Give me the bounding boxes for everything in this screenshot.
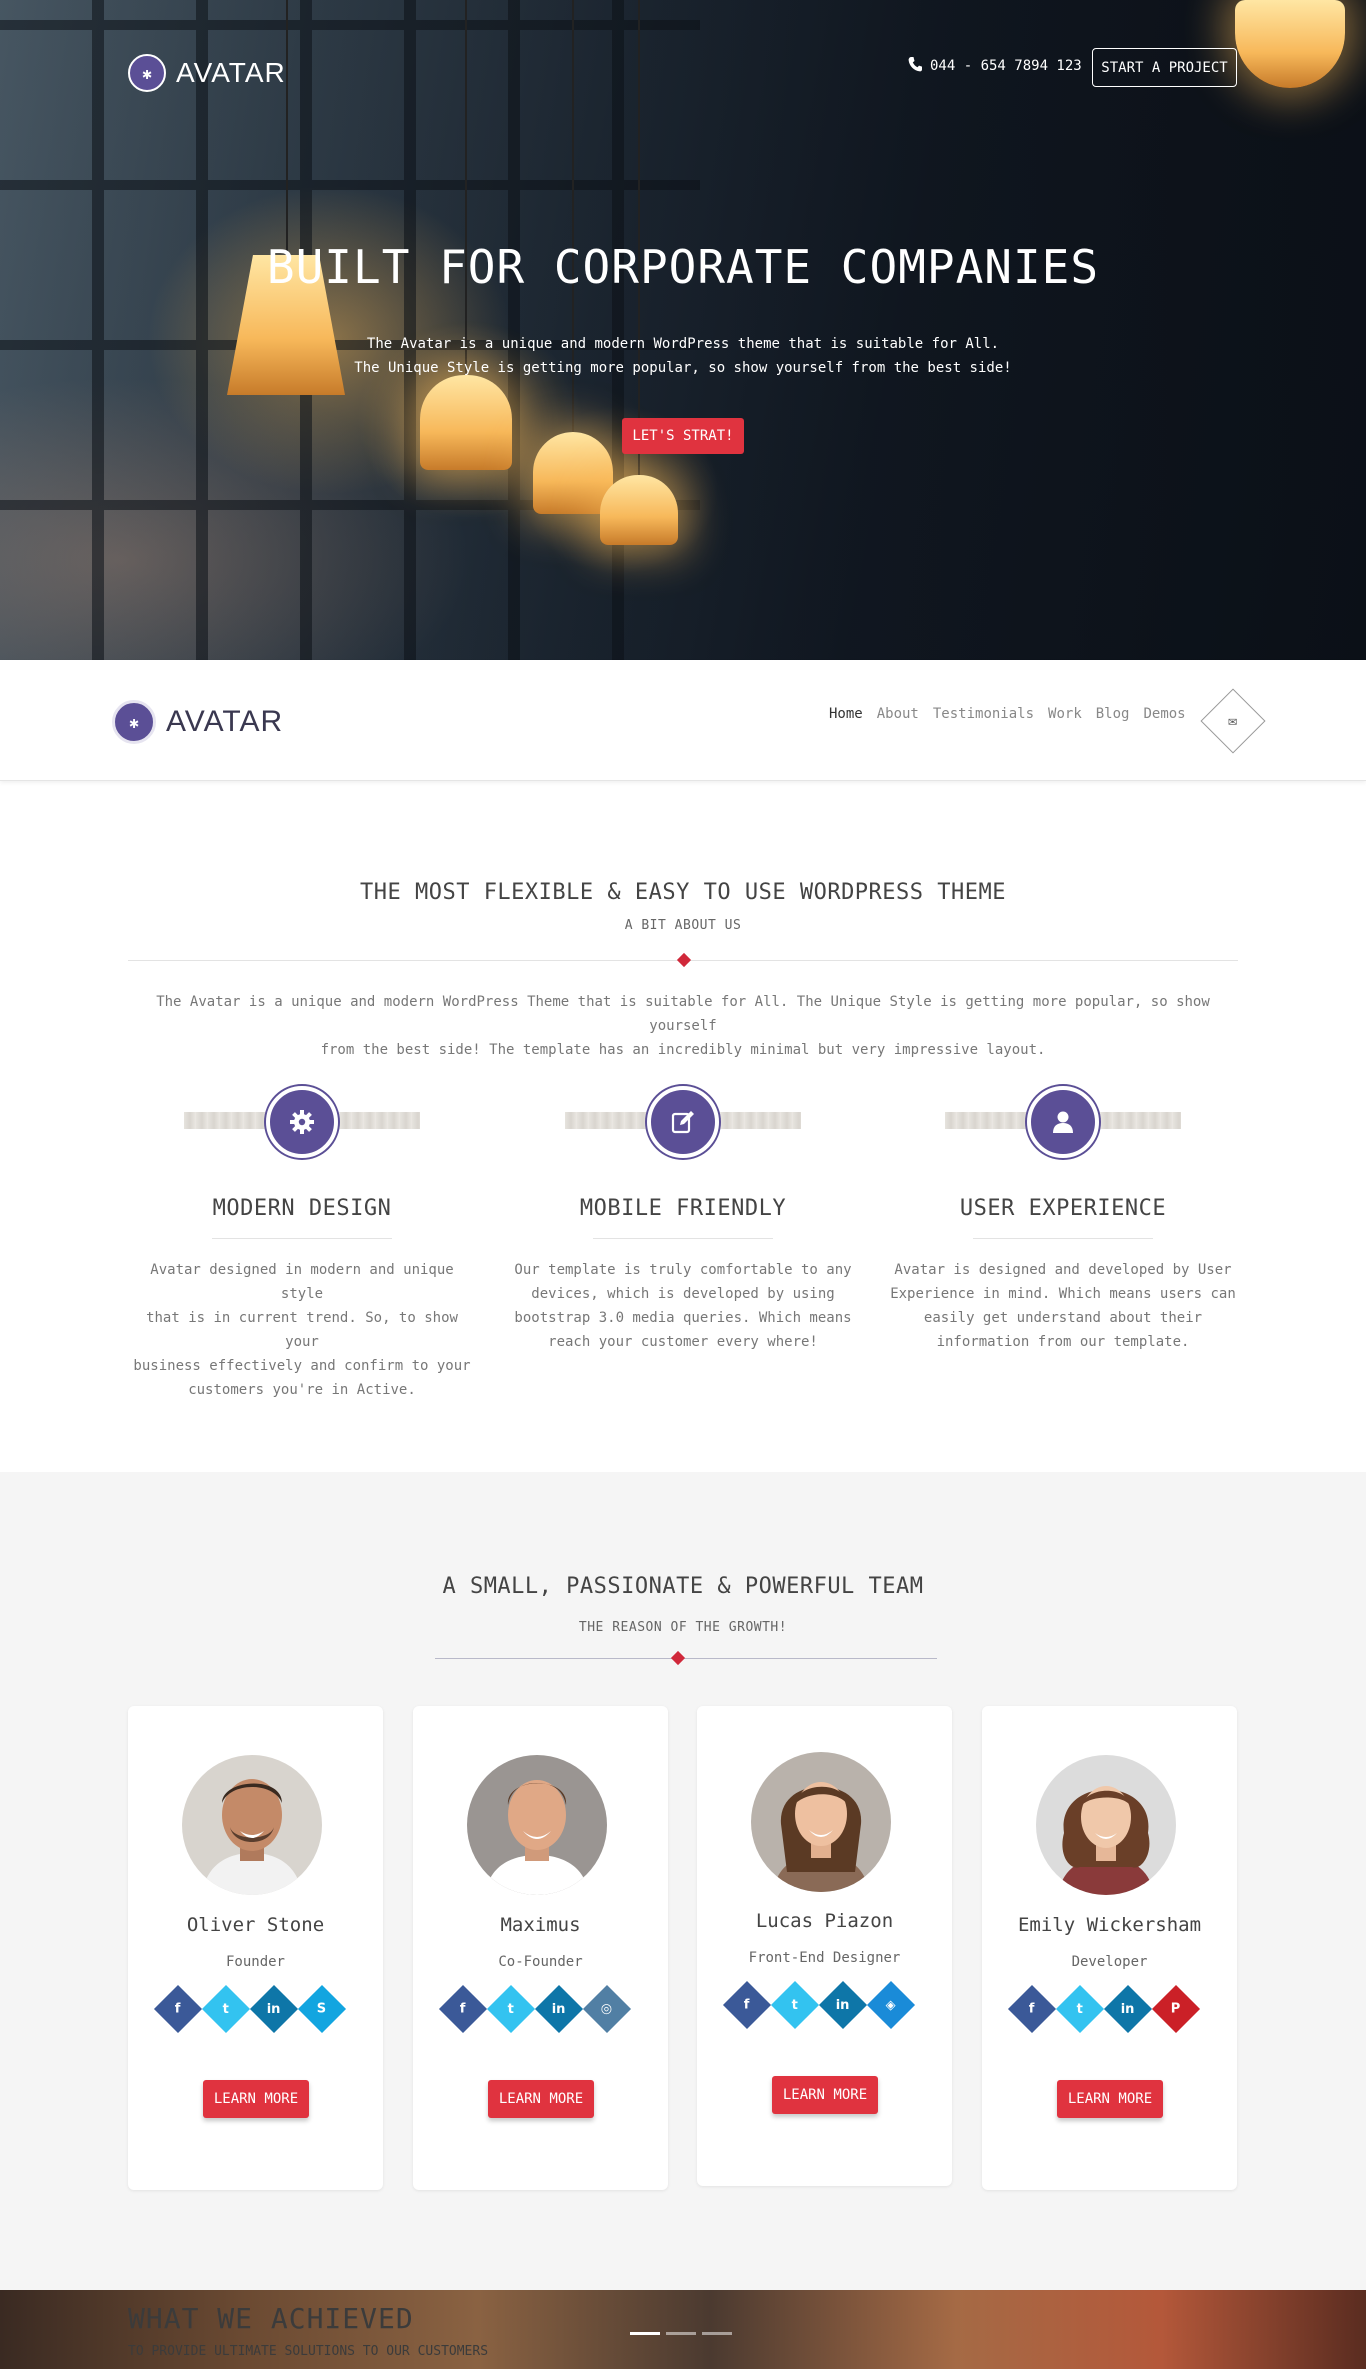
achievements-title: WHAT WE ACHIEVED — [128, 2302, 414, 2335]
feature-title: MOBILE FRIENDLY — [579, 1196, 787, 1221]
slider-dot[interactable] — [666, 2332, 696, 2335]
phone-number: 044 - 654 7894 123 — [930, 58, 1082, 74]
learn-more-button[interactable]: LEARN MORE — [203, 2080, 309, 2118]
slider-dot[interactable] — [702, 2332, 732, 2335]
social-links: f t in ◈ — [722, 1980, 924, 2030]
twitter-icon[interactable]: t — [770, 1980, 820, 2030]
about-subtitle: A BIT ABOUT US — [624, 918, 742, 933]
team-card: Oliver Stone Founder f t in S LEARN MORE — [128, 1706, 383, 2190]
avatar — [1036, 1755, 1176, 1895]
nav-item-about[interactable]: About — [877, 706, 919, 722]
lets-start-button[interactable]: LET'S STRAT! — [622, 418, 744, 454]
gear-icon — [266, 1086, 338, 1158]
about-title: THE MOST FLEXIBLE & EASY TO USE WORDPRES… — [359, 880, 1007, 905]
user-icon — [1027, 1086, 1099, 1158]
pinterest-icon[interactable]: P — [1151, 1984, 1201, 2034]
linkedin-icon[interactable]: in — [534, 1984, 584, 2034]
hero-title: BUILT FOR CORPORATE COMPANIES — [266, 240, 1100, 294]
linkedin-icon[interactable]: in — [1103, 1984, 1153, 2034]
about-text-line: from the best side! The template has an … — [320, 1042, 1046, 1058]
member-role: Developer — [1071, 1954, 1148, 1970]
facebook-icon[interactable]: f — [722, 1980, 772, 2030]
lamp-image — [1235, 0, 1345, 90]
avatar — [182, 1755, 322, 1895]
social-links: f t in ◎ — [438, 1984, 640, 2034]
envelope-icon: ✉ — [1228, 712, 1238, 730]
team-card: Maximus Co-Founder f t in ◎ LEARN MORE — [413, 1706, 668, 2190]
hero-section — [0, 0, 1366, 660]
learn-more-button[interactable]: LEARN MORE — [488, 2080, 594, 2118]
hero-logo[interactable]: ✱ AVATAR — [128, 54, 286, 92]
facebook-icon[interactable]: f — [438, 1984, 488, 2034]
nav-logo[interactable]: ✱ AVATAR — [112, 700, 283, 744]
learn-more-button[interactable]: LEARN MORE — [1057, 2080, 1163, 2118]
member-name: Maximus — [500, 1914, 581, 1936]
about-text: The Avatar is a unique and modern WordPr… — [130, 990, 1236, 1062]
logo-text: AVATAR — [166, 705, 284, 738]
achievements-section: WHAT WE ACHIEVED TO PROVIDE ULTIMATE SOL… — [0, 2290, 1366, 2369]
divider-diamond-icon — [676, 952, 692, 968]
skype-icon[interactable]: S — [297, 1984, 347, 2034]
learn-more-button[interactable]: LEARN MORE — [772, 2076, 878, 2114]
achievements-subtitle: TO PROVIDE ULTIMATE SOLUTIONS TO OUR CUS… — [128, 2344, 489, 2359]
social-links: f t in S — [153, 1984, 355, 2034]
nav-item-demos[interactable]: Demos — [1143, 706, 1185, 722]
hero-phone[interactable]: 044 - 654 7894 123 — [908, 56, 1082, 76]
about-text-line: The Avatar is a unique and modern WordPr… — [156, 994, 1210, 1034]
member-role: Front-End Designer — [748, 1950, 901, 1966]
feature-title: USER EXPERIENCE — [959, 1196, 1167, 1221]
slider-dot[interactable] — [630, 2332, 660, 2335]
hero-subtitle: The Avatar is a unique and modern WordPr… — [0, 332, 1366, 380]
member-role: Founder — [225, 1954, 285, 1970]
twitter-icon[interactable]: t — [1055, 1984, 1105, 2034]
hero-subtitle-line: The Unique Style is getting more popular… — [354, 360, 1012, 376]
feature-text: Avatar is designed and developed by User… — [890, 1262, 1236, 1350]
nav-item-home[interactable]: Home — [829, 706, 863, 722]
logo-badge-icon: ✱ — [128, 54, 166, 92]
team-subtitle: THE REASON OF THE GROWTH! — [578, 1620, 788, 1635]
feature-title: MODERN DESIGN — [212, 1196, 392, 1221]
nav-item-testimonials[interactable]: Testimonials — [933, 706, 1034, 722]
start-project-button[interactable]: START A PROJECT — [1092, 48, 1237, 87]
instagram-icon[interactable]: ◎ — [582, 1984, 632, 2034]
edit-icon — [647, 1086, 719, 1158]
twitter-icon[interactable]: t — [201, 1984, 251, 2034]
avatar — [467, 1755, 607, 1895]
dropbox-icon[interactable]: ◈ — [866, 1980, 916, 2030]
feature-text: Avatar designed in modern and unique sty… — [133, 1262, 471, 1398]
slider-dots — [630, 2332, 732, 2335]
feature-text: Our template is truly comfortable to any… — [514, 1262, 852, 1350]
linkedin-icon[interactable]: in — [249, 1984, 299, 2034]
team-title: A SMALL, PASSIONATE & POWERFUL TEAM — [442, 1574, 924, 1599]
team-card: Lucas Piazon Front-End Designer f t in ◈… — [697, 1706, 952, 2186]
lamp-image — [420, 0, 512, 470]
nav-item-blog[interactable]: Blog — [1096, 706, 1130, 722]
member-name: Emily Wickersham — [1017, 1914, 1202, 1936]
section-divider — [435, 1658, 937, 1659]
nav-menu: Home About Testimonials Work Blog Demos — [829, 706, 1186, 722]
member-role: Co-Founder — [498, 1954, 583, 1970]
nav-item-work[interactable]: Work — [1048, 706, 1082, 722]
twitter-icon[interactable]: t — [486, 1984, 536, 2034]
facebook-icon[interactable]: f — [1007, 1984, 1057, 2034]
facebook-icon[interactable]: f — [153, 1984, 203, 2034]
member-name: Lucas Piazon — [755, 1910, 894, 1932]
social-links: f t in P — [1007, 1984, 1209, 2034]
phone-icon — [908, 56, 922, 76]
linkedin-icon[interactable]: in — [818, 1980, 868, 2030]
member-name: Oliver Stone — [186, 1914, 325, 1936]
avatar — [751, 1752, 891, 1892]
team-card: Emily Wickersham Developer f t in P LEAR… — [982, 1706, 1237, 2190]
logo-badge-icon: ✱ — [112, 700, 156, 744]
hero-subtitle-line: The Avatar is a unique and modern WordPr… — [366, 336, 1000, 352]
logo-text: AVATAR — [176, 57, 286, 88]
